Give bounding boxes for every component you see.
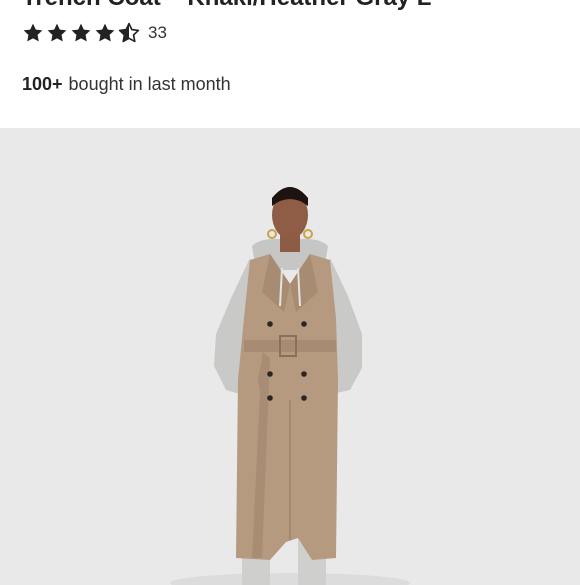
rating-summary[interactable]: 33 [22, 20, 167, 46]
star-full-icon [95, 23, 115, 42]
product-title: Trench Coat – Khaki/Heather Gray L [22, 0, 580, 10]
star-half-icon [118, 22, 140, 43]
purchase-activity: 100+ bought in last month [22, 74, 231, 95]
star-rating [22, 22, 140, 44]
model-wearing-trench-coat-illustration [0, 128, 580, 585]
star-full-icon [47, 23, 67, 42]
review-count[interactable]: 33 [148, 23, 167, 43]
bought-count: 100+ [22, 74, 63, 94]
star-full-icon [71, 23, 91, 42]
bought-text: bought in last month [68, 74, 231, 94]
product-image[interactable] [0, 128, 580, 585]
star-full-icon [23, 23, 43, 42]
